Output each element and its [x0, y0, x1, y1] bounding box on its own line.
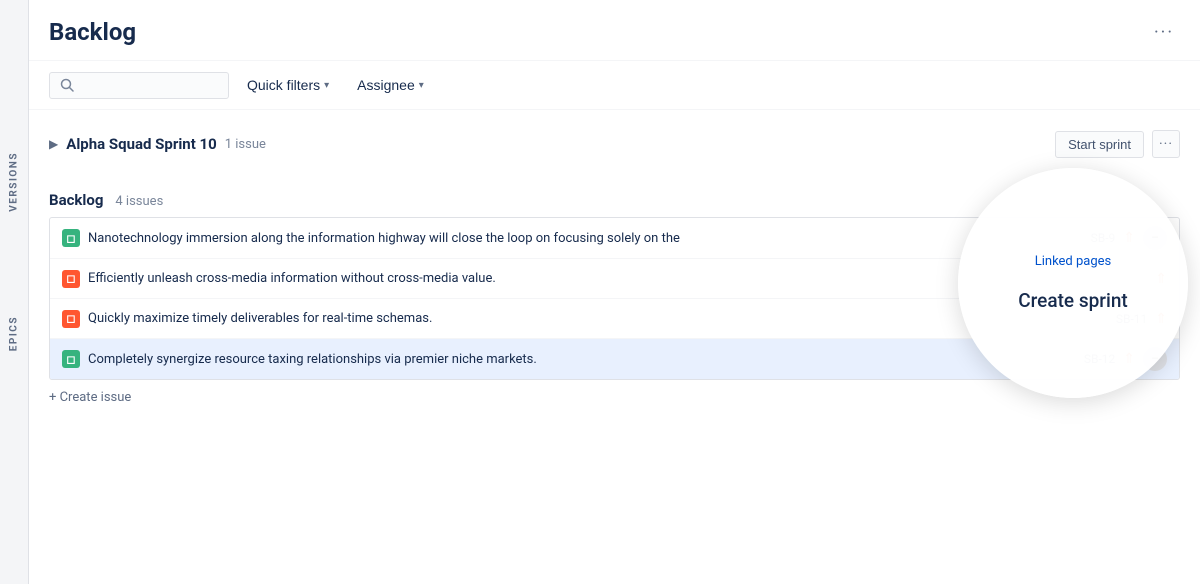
quick-filters-chevron: ▾ [324, 80, 329, 91]
header-more-button[interactable]: ··· [1148, 16, 1180, 48]
backlog-header-left: Backlog 4 issues [49, 190, 163, 209]
issue-summary: Completely synergize resource taxing rel… [88, 352, 1057, 367]
quick-filters-button[interactable]: Quick filters ▾ [237, 71, 339, 99]
sprint-expand-icon[interactable]: ▶ [49, 137, 58, 151]
page-title: Backlog [49, 18, 136, 46]
toolbar: Quick filters ▾ Assignee ▾ [29, 61, 1200, 110]
issue-summary: Efficiently unleash cross-media informat… [88, 271, 1089, 286]
assignee-label: Assignee [357, 77, 415, 93]
sprint-header-left: ▶ Alpha Squad Sprint 10 1 issue [49, 135, 266, 153]
side-panel: VERSIONS EPICS [0, 0, 28, 584]
issue-type-bug: ◻ [62, 270, 80, 288]
issue-summary: Quickly maximize timely deliverables for… [88, 311, 1089, 326]
search-box[interactable] [49, 72, 229, 99]
epics-label[interactable]: EPICS [0, 304, 28, 363]
start-sprint-button[interactable]: Start sprint [1055, 131, 1144, 158]
sprint-name: Alpha Squad Sprint 10 [66, 135, 217, 153]
search-input[interactable] [80, 78, 210, 93]
create-issue-link[interactable]: + Create issue [49, 380, 1180, 415]
quick-filters-label: Quick filters [247, 77, 320, 93]
create-sprint-item[interactable]: Create sprint [1018, 289, 1128, 312]
versions-label[interactable]: VERSIONS [0, 140, 28, 224]
sprint-header-right: Start sprint ··· [1055, 130, 1180, 158]
issue-type-bug: ◻ [62, 310, 80, 328]
assignee-chevron: ▾ [419, 80, 424, 91]
page-header: Backlog ··· [29, 0, 1200, 61]
backlog-title: Backlog [49, 191, 103, 209]
search-icon [60, 78, 74, 92]
linked-pages-item[interactable]: Linked pages [1035, 254, 1112, 269]
backlog-issue-count: 4 issues [115, 194, 163, 209]
context-menu-popup: Linked pages Create sprint [958, 168, 1188, 398]
sprint-more-button[interactable]: ··· [1152, 130, 1180, 158]
issue-type-story: ◻ [62, 229, 80, 247]
sprint-header: ▶ Alpha Squad Sprint 10 1 issue Start sp… [49, 122, 1180, 166]
issue-type-story: ◻ [62, 350, 80, 368]
assignee-button[interactable]: Assignee ▾ [347, 71, 434, 99]
issue-summary: Nanotechnology immersion along the infor… [88, 231, 1057, 246]
sprint-issue-count: 1 issue [225, 137, 266, 152]
sprint-section: ▶ Alpha Squad Sprint 10 1 issue Start sp… [49, 122, 1180, 166]
